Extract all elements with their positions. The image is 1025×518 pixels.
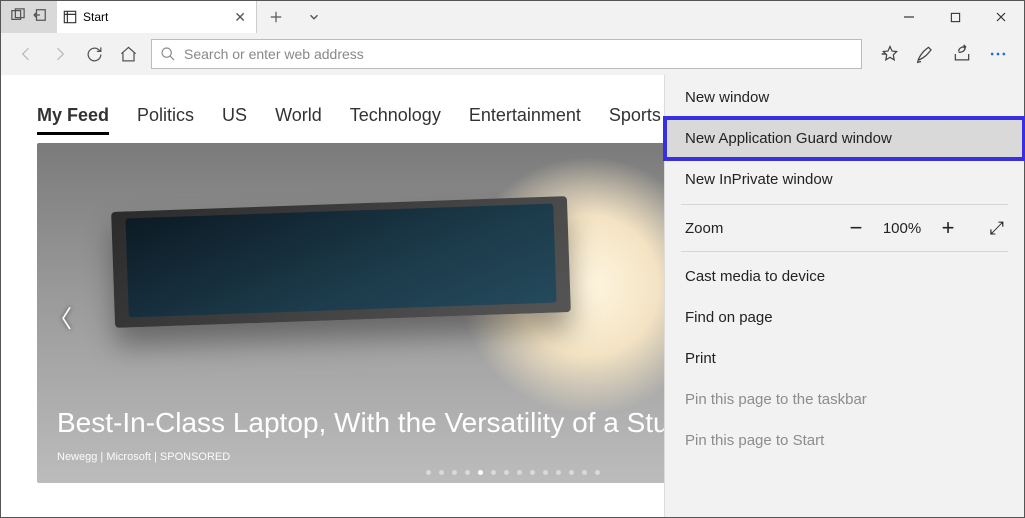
show-tab-previews-icon[interactable] — [7, 8, 29, 27]
forward-button[interactable] — [43, 37, 77, 71]
tab-close-icon[interactable]: ✕ — [234, 9, 246, 26]
menu-new-inprivate-window[interactable]: New InPrivate window — [665, 159, 1024, 200]
menu-zoom-label: Zoom — [685, 220, 836, 237]
menu-item-label: New window — [685, 89, 769, 106]
hero-time: 6:18 — [160, 227, 243, 264]
menu-divider — [681, 251, 1008, 252]
menu-pin-start: Pin this page to Start — [665, 420, 1024, 461]
more-menu: New window New Application Guard window … — [664, 75, 1024, 517]
menu-new-application-guard-window[interactable]: New Application Guard window — [665, 118, 1024, 159]
zoom-value: 100% — [876, 220, 928, 237]
address-bar[interactable] — [151, 39, 862, 69]
feed-tab-entertainment[interactable]: Entertainment — [469, 105, 581, 126]
tab-title: Start — [83, 10, 234, 24]
titlebar: Start ✕ — [1, 1, 1024, 33]
share-button[interactable] — [944, 35, 980, 73]
tab-preview-controls — [1, 1, 57, 33]
menu-item-label: New InPrivate window — [685, 171, 833, 188]
carousel-dots[interactable] — [426, 470, 600, 475]
menu-item-label: Pin this page to the taskbar — [685, 391, 867, 408]
menu-item-label: Find on page — [685, 309, 773, 326]
menu-item-label: Pin this page to Start — [685, 432, 824, 449]
menu-item-label: Print — [685, 350, 716, 367]
more-button[interactable] — [980, 35, 1016, 73]
feed-tab-myfeed[interactable]: My Feed — [37, 105, 109, 135]
feed-tab-politics[interactable]: Politics — [137, 105, 194, 126]
menu-zoom-row: Zoom − 100% + ⤢ — [665, 207, 1024, 249]
fullscreen-button[interactable]: ⤢ — [968, 218, 1004, 239]
feed-tab-us[interactable]: US — [222, 105, 247, 126]
menu-pin-taskbar: Pin this page to the taskbar — [665, 379, 1024, 420]
refresh-button[interactable] — [77, 37, 111, 71]
zoom-in-button[interactable]: + — [928, 215, 968, 241]
menu-item-label: New Application Guard window — [685, 130, 892, 147]
set-aside-tabs-icon[interactable] — [29, 8, 51, 27]
feed-tab-sports[interactable]: Sports — [609, 105, 661, 126]
zoom-out-button[interactable]: − — [836, 215, 876, 241]
menu-item-label: Cast media to device — [685, 268, 825, 285]
hero-date: Sunday, June 18 — [161, 263, 243, 278]
tab-list-button[interactable] — [295, 1, 333, 33]
address-input[interactable] — [184, 40, 861, 68]
feed-tab-world[interactable]: World — [275, 105, 322, 126]
menu-divider — [681, 204, 1008, 205]
window-minimize-button[interactable] — [886, 1, 932, 33]
browser-tab[interactable]: Start ✕ — [57, 1, 257, 33]
menu-new-window[interactable]: New window — [665, 77, 1024, 118]
feed-tab-technology[interactable]: Technology — [350, 105, 441, 126]
home-button[interactable] — [111, 37, 145, 71]
edge-logo-icon — [63, 10, 77, 24]
new-tab-button[interactable] — [257, 1, 295, 33]
menu-find-on-page[interactable]: Find on page — [665, 297, 1024, 338]
notes-button[interactable] — [908, 35, 944, 73]
window-close-button[interactable] — [978, 1, 1024, 33]
window-maximize-button[interactable] — [932, 1, 978, 33]
search-icon — [160, 46, 176, 62]
hero-clock: 6:18 Sunday, June 18 — [160, 227, 243, 278]
back-button[interactable] — [9, 37, 43, 71]
menu-cast-media[interactable]: Cast media to device — [665, 256, 1024, 297]
titlebar-spacer — [333, 1, 886, 33]
menu-print[interactable]: Print — [665, 338, 1024, 379]
favorites-button[interactable] — [872, 35, 908, 73]
carousel-prev-icon[interactable]: 〈 — [43, 296, 77, 336]
toolbar — [1, 33, 1024, 75]
